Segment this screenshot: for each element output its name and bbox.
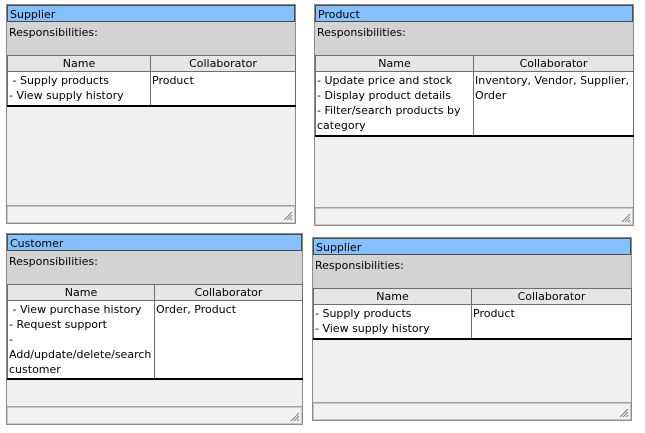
responsibility-names-cell[interactable]: - Update price and stock - Display produ… (315, 71, 474, 137)
resize-grip-icon[interactable] (282, 210, 293, 221)
footer-field (315, 208, 633, 225)
collaborator-column-header: Collaborator (473, 55, 634, 72)
collaborator-item: Product (473, 307, 515, 320)
responsibility-names-cell[interactable]: - Supply products - View supply history (313, 304, 472, 340)
collaborators-cell[interactable]: Product (471, 304, 632, 340)
responsibility-table: Name Collaborator - Update price and sto… (315, 55, 634, 137)
collaborator-item: Inventory, Vendor, Supplier, Order (475, 74, 629, 102)
card-title[interactable]: Supplier (313, 238, 631, 255)
name-column-header: Name (7, 284, 155, 301)
name-column-header: Name (7, 55, 151, 72)
footer-field (7, 407, 302, 424)
responsibility-item: - View purchase history (9, 303, 142, 316)
card-title[interactable]: Product (315, 5, 633, 22)
crc-card-supplier-2[interactable]: Supplier Responsibilities: Name Collabor… (312, 237, 632, 421)
responsibility-table: Name Collaborator - Supply products - Vi… (7, 55, 296, 107)
resize-grip-icon[interactable] (618, 407, 629, 418)
resize-grip-icon[interactable] (620, 212, 631, 223)
responsibilities-label: Responsibilities: (315, 22, 633, 55)
responsibility-names-cell[interactable]: - View purchase history - Request suppor… (7, 300, 155, 380)
responsibility-item: - Filter/search products by category (317, 104, 461, 132)
card-title[interactable]: Customer (7, 234, 302, 251)
responsibility-item: - Add/update/delete/search customer (9, 333, 152, 376)
responsibility-item: - Supply products (9, 74, 109, 87)
card-footer (315, 207, 633, 225)
footer-field (7, 206, 295, 223)
card-footer (313, 402, 631, 420)
collaborators-cell[interactable]: Product (150, 71, 296, 107)
responsibility-item: - View supply history (315, 322, 430, 335)
name-column-header: Name (315, 55, 474, 72)
card-footer (7, 205, 295, 223)
crc-card-product[interactable]: Product Responsibilities: Name Collabora… (314, 4, 634, 226)
responsibility-item: - Request support (9, 318, 107, 331)
collaborator-column-header: Collaborator (471, 288, 632, 305)
collaborator-item: Product (152, 74, 194, 87)
card-footer (7, 406, 302, 424)
responsibility-item: - Supply products (315, 307, 412, 320)
responsibility-item: - Update price and stock (317, 74, 453, 87)
responsibility-names-cell[interactable]: - Supply products - View supply history (7, 71, 151, 107)
responsibilities-label: Responsibilities: (7, 22, 295, 55)
crc-card-customer[interactable]: Customer Responsibilities: Name Collabor… (6, 233, 303, 425)
responsibility-table: Name Collaborator - Supply products - Vi… (313, 288, 632, 340)
collaborator-item: Order, Product (156, 303, 237, 316)
footer-field (313, 403, 631, 420)
collaborator-column-header: Collaborator (154, 284, 303, 301)
responsibilities-label: Responsibilities: (7, 251, 302, 284)
collaborators-cell[interactable]: Order, Product (154, 300, 303, 380)
resize-grip-icon[interactable] (289, 411, 300, 422)
crc-card-supplier[interactable]: Supplier Responsibilities: Name Collabor… (6, 4, 296, 224)
responsibility-item: - Display product details (317, 89, 451, 102)
responsibilities-label: Responsibilities: (313, 255, 631, 288)
name-column-header: Name (313, 288, 472, 305)
collaborators-cell[interactable]: Inventory, Vendor, Supplier, Order (473, 71, 634, 137)
card-title[interactable]: Supplier (7, 5, 295, 22)
responsibility-item: - View supply history (9, 89, 124, 102)
collaborator-column-header: Collaborator (150, 55, 296, 72)
responsibility-table: Name Collaborator - View purchase histor… (7, 284, 303, 380)
